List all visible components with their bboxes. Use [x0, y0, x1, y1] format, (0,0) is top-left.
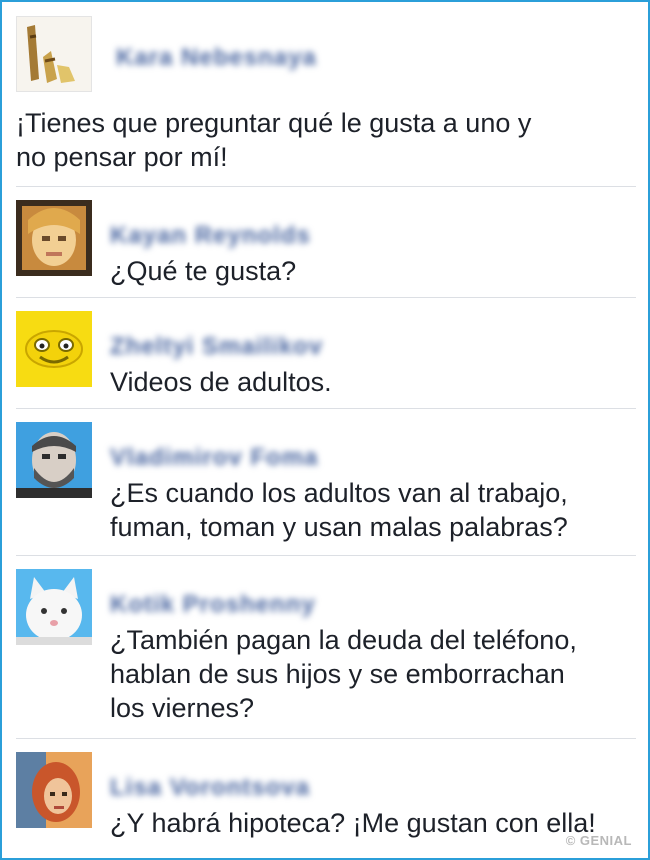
avatar[interactable] [16, 16, 92, 92]
avatar[interactable] [16, 200, 92, 276]
avatar[interactable] [16, 752, 92, 828]
comment-line: ¿Es cuando los adultos van al trabajo, [110, 478, 568, 508]
comment-text: ¿Y habrá hipoteca? ¡Me gustan con ella! [110, 806, 596, 840]
comment-line: no pensar por mí! [16, 142, 228, 172]
comment-line: ¿Qué te gusta? [110, 256, 297, 286]
comment-line: los viernes? [110, 693, 255, 723]
divider [16, 186, 636, 187]
author-name[interactable]: Kotik Proshenny [110, 591, 316, 619]
author-name[interactable]: Zheltyi Smailikov [110, 333, 323, 361]
comment-text: ¿Qué te gusta? [110, 254, 296, 288]
comment-line: fuman, toman y usan malas palabras? [110, 512, 568, 542]
sandals-photo-icon [17, 17, 91, 91]
comment-thread: Kara Nebesnaya ¡Tienes que preguntar qué… [0, 0, 650, 860]
comment-line: ¿También pagan la deuda del teléfono, [110, 625, 577, 655]
author-name[interactable]: Lisa Vorontsova [110, 774, 310, 802]
divider [16, 738, 636, 739]
watermark: © GENIAL [565, 833, 632, 848]
divider [16, 555, 636, 556]
avatar[interactable] [16, 422, 92, 498]
white-cat-photo-icon [16, 569, 92, 645]
author-name[interactable]: Vladimirov Foma [110, 444, 318, 472]
redhead-photo-icon [16, 752, 92, 828]
author-name[interactable]: Kara Nebesnaya [116, 44, 317, 72]
comment-text: Videos de adultos. [110, 365, 332, 399]
yellow-smiley-icon [16, 311, 92, 387]
comment-text: ¿También pagan la deuda del teléfono, ha… [110, 623, 577, 725]
blonde-person-photo-icon [16, 200, 92, 276]
comment-text: ¡Tienes que preguntar qué le gusta a uno… [16, 106, 531, 174]
comment-line: ¿Y habrá hipoteca? ¡Me gustan con ella! [110, 808, 596, 838]
avatar[interactable] [16, 311, 92, 387]
divider [16, 408, 636, 409]
bearded-man-photo-icon [16, 422, 92, 498]
comment-line: hablan de sus hijos y se emborrachan [110, 659, 565, 689]
comment-text: ¿Es cuando los adultos van al trabajo, f… [110, 476, 568, 544]
comment-line: ¡Tienes que preguntar qué le gusta a uno… [16, 108, 532, 138]
comment-line: Videos de adultos. [110, 367, 332, 397]
avatar[interactable] [16, 569, 92, 645]
author-name[interactable]: Kayan Reynolds [110, 222, 311, 250]
divider [16, 297, 636, 298]
